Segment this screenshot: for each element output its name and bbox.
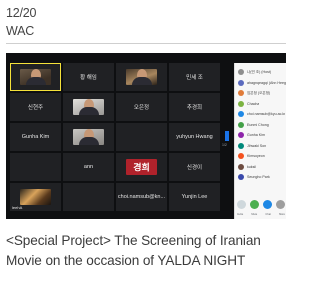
participant-video: [73, 129, 104, 145]
panel-button[interactable]: [263, 200, 272, 209]
participant-tile[interactable]: [63, 183, 114, 211]
participants-panel: 나(민 조) (Host) ahagnqeagqi (Ahn Heegho) 임은정…: [234, 63, 286, 219]
video-grid: 황 해임 민세 조신현주 오은정 추경희 Gunha Kim yuhyun Hwang an…: [10, 63, 220, 211]
participant-list-name: Kimsoyeon: [247, 154, 265, 159]
avatar: [238, 90, 244, 97]
participant-name: Yunjin Lee: [181, 194, 208, 200]
participant-list-item[interactable]: 나(민 조) (Host): [235, 67, 286, 78]
participant-name: 신경이: [186, 165, 203, 171]
post-tag: WAC: [6, 24, 35, 38]
participant-list-item[interactable]: kuksil: [235, 162, 286, 173]
participant-video: [73, 99, 104, 115]
participant-list-name: Gunha Kim: [247, 133, 265, 138]
participant-video: [126, 69, 157, 85]
participant-tile[interactable]: ann: [63, 153, 114, 181]
participant-name: leehA: [12, 205, 23, 210]
participant-list-item[interactable]: Eunmi Chong: [235, 120, 286, 131]
participant-list-item[interactable]: Jihwaki Son: [235, 141, 286, 152]
participant-tile[interactable]: 추경희: [169, 93, 220, 121]
participant-tile[interactable]: [63, 123, 114, 151]
avatar: [238, 111, 244, 118]
panel-button[interactable]: [250, 200, 259, 209]
participant-tile[interactable]: leehA: [10, 183, 61, 211]
participant-list-name: kuksil: [247, 164, 256, 169]
participant-tile[interactable]: [116, 63, 167, 91]
panel-button-label: Invite: [237, 213, 244, 216]
participant-tile[interactable]: 신현주: [10, 93, 61, 121]
person-body: [78, 107, 99, 115]
avatar: [238, 132, 244, 139]
avatar: [238, 163, 244, 170]
avatar: [238, 100, 244, 107]
person-body: [25, 77, 46, 85]
panel-button-label: More: [279, 213, 285, 216]
participant-tile[interactable]: yuhyun Hwang: [169, 123, 220, 151]
panel-button[interactable]: [276, 200, 285, 209]
participant-tile[interactable]: Yunjin Lee: [169, 183, 220, 211]
panel-button-label: Mute: [251, 213, 258, 216]
participant-list-name: Chacha: [247, 101, 260, 106]
avatar: [238, 174, 244, 181]
avatar: [238, 79, 244, 86]
participant-list-item[interactable]: Chacha: [235, 99, 286, 110]
participant-tile[interactable]: 민세 조: [169, 63, 220, 91]
participant-tile[interactable]: 신경이: [169, 153, 220, 181]
post-header: 12/20 WAC: [6, 4, 286, 40]
participant-name: 민세 조: [186, 75, 203, 81]
post-date: 12/20: [6, 6, 37, 20]
person-body: [78, 137, 99, 145]
participants-list: 나(민 조) (Host) ahagnqeagqi (Ahn Heegho) 임은정…: [235, 67, 286, 183]
avatar: [238, 153, 244, 160]
panel-button[interactable]: [237, 200, 246, 209]
participant-name: choi.namsub@kn...: [117, 194, 166, 200]
participant-tile[interactable]: [116, 123, 167, 151]
participant-name: yuhyun Hwang: [176, 134, 213, 140]
participant-tile[interactable]: 경희: [116, 153, 167, 181]
person-body: [131, 77, 152, 85]
participant-name: 경희: [133, 163, 150, 174]
participant-name: 황 해임: [80, 75, 97, 81]
participant-name: 신현주: [27, 105, 44, 111]
participant-tile[interactable]: 오은정: [116, 93, 167, 121]
video-call-screenshot[interactable]: 황 해임 민세 조신현주 오은정 추경희 Gunha Kim yuhyun Hwang an…: [6, 53, 286, 219]
participant-list-name: ahagnqeagqi (Ahn Heegho): [247, 80, 286, 85]
participant-name: ann: [83, 164, 94, 170]
participant-tile[interactable]: [63, 93, 114, 121]
participant-list-name: choi.namsub@kyu.ac.kr: [247, 112, 286, 117]
participant-list-name: 나(민 조) (Host): [247, 69, 272, 74]
panel-buttons: [237, 200, 285, 209]
participant-tile[interactable]: [10, 63, 61, 91]
next-page-arrow-icon[interactable]: [225, 131, 229, 141]
participant-list-name: Seungho Park: [247, 175, 270, 180]
participant-list-item[interactable]: Kimsoyeon: [235, 151, 286, 162]
panel-button-labels: Invite Mute Chat More: [237, 213, 285, 216]
participant-list-item[interactable]: ahagnqeagqi (Ahn Heegho): [235, 78, 286, 89]
participant-tile[interactable]: 황 해임: [63, 63, 114, 91]
participant-name: 오은정: [133, 105, 150, 111]
participant-list-item[interactable]: 임은정 (오은정): [235, 88, 286, 99]
avatar: [238, 121, 244, 128]
participant-list-name: Eunmi Chong: [247, 122, 269, 127]
participant-tile[interactable]: Gunha Kim: [10, 123, 61, 151]
participant-name: 추경희: [186, 105, 203, 111]
participant-tile[interactable]: choi.namsub@kn...: [116, 183, 167, 211]
participant-list-name: 임은정 (오은정): [247, 90, 271, 95]
participant-list-name: Jihwaki Son: [247, 143, 267, 148]
header-divider: [6, 43, 286, 44]
participant-name: Gunha Kim: [21, 134, 50, 140]
participant-list-item[interactable]: choi.namsub@kyu.ac.kr: [235, 109, 286, 120]
participant-video: [20, 189, 51, 205]
page-indicator: 1/2: [222, 143, 227, 147]
panel-button-label: Chat: [265, 213, 271, 216]
participant-list-item[interactable]: Gunha Kim: [235, 130, 286, 141]
participant-tile[interactable]: [10, 153, 61, 181]
participant-video: [20, 69, 51, 85]
avatar: [238, 69, 244, 76]
participant-list-item[interactable]: Seungho Park: [235, 172, 286, 183]
post-caption: <Special Project> The Screening of Irani…: [6, 233, 261, 268]
avatar: [238, 142, 244, 149]
